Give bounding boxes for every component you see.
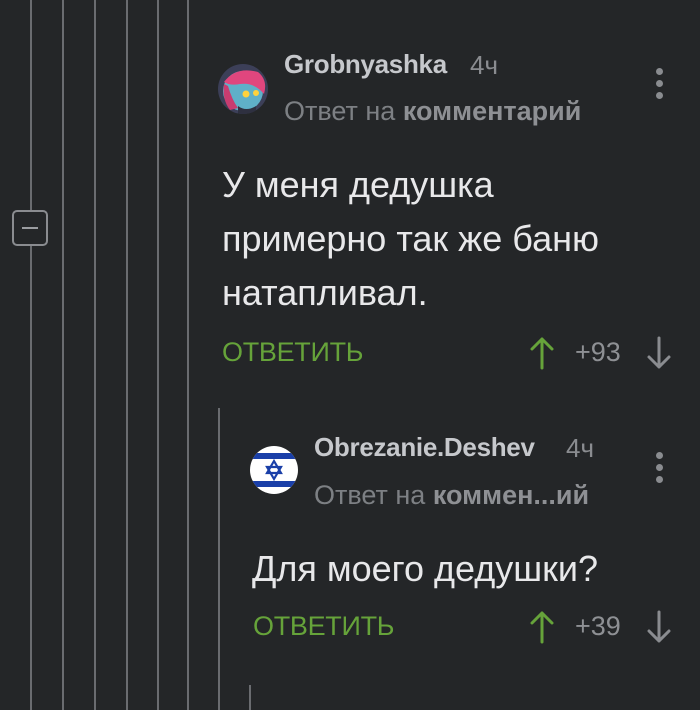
- comment-body-line: Для моего дедушки?: [252, 548, 599, 589]
- comment-username[interactable]: Grobnyashka: [284, 49, 447, 80]
- comment-score: +93: [575, 337, 621, 367]
- comment-body: Для моего дедушки?: [252, 542, 598, 596]
- arrow-down-icon[interactable]: [646, 610, 672, 644]
- thread-line: [62, 0, 64, 710]
- more-options-icon[interactable]: [650, 452, 670, 488]
- arrow-down-icon[interactable]: [646, 336, 672, 370]
- reply-button[interactable]: ОТВЕТИТЬ: [222, 337, 364, 368]
- reply-to-link[interactable]: коммен...ий: [433, 480, 589, 510]
- comment-body: У меня дедушка примерно так же баню ната…: [222, 158, 599, 320]
- reply-to-prefix: Ответ на: [284, 96, 396, 126]
- reply-button[interactable]: ОТВЕТИТЬ: [253, 611, 395, 642]
- comment-username[interactable]: Obrezanie.Deshev: [314, 432, 535, 463]
- reply-to-line: Ответ на комментарий: [284, 96, 581, 127]
- comment-score: +39: [575, 611, 621, 641]
- comment-time: 4ч: [566, 433, 595, 463]
- avatar[interactable]: [218, 64, 268, 114]
- arrow-up-icon[interactable]: [529, 336, 555, 370]
- thread-line: [30, 246, 32, 710]
- collapse-thread-button[interactable]: [12, 210, 48, 246]
- thread-line: [157, 0, 159, 710]
- reply-to-line: Ответ на коммен...ий: [314, 480, 589, 511]
- reply-to-link[interactable]: комментарий: [403, 96, 582, 126]
- thread-line: [126, 0, 128, 710]
- minus-icon: [22, 227, 38, 229]
- thread-line: [218, 408, 220, 710]
- israel-flag-icon: [250, 446, 298, 494]
- comment-time: 4ч: [470, 50, 499, 80]
- thread-line: [94, 0, 96, 710]
- anime-avatar-icon: [218, 64, 268, 114]
- arrow-up-icon[interactable]: [529, 610, 555, 644]
- thread-line: [30, 0, 32, 210]
- thread-line: [249, 685, 251, 710]
- avatar[interactable]: [250, 446, 298, 494]
- more-options-icon[interactable]: [650, 68, 670, 104]
- reply-to-prefix: Ответ на: [314, 480, 426, 510]
- thread-line: [187, 0, 189, 710]
- comment-body-line: примерно так же баню: [222, 218, 599, 259]
- comment-body-line: У меня дедушка: [222, 164, 494, 205]
- comment-body-line: натапливал.: [222, 272, 428, 313]
- comments-page: Grobnyashka 4ч Ответ на комментарий У ме…: [0, 0, 700, 710]
